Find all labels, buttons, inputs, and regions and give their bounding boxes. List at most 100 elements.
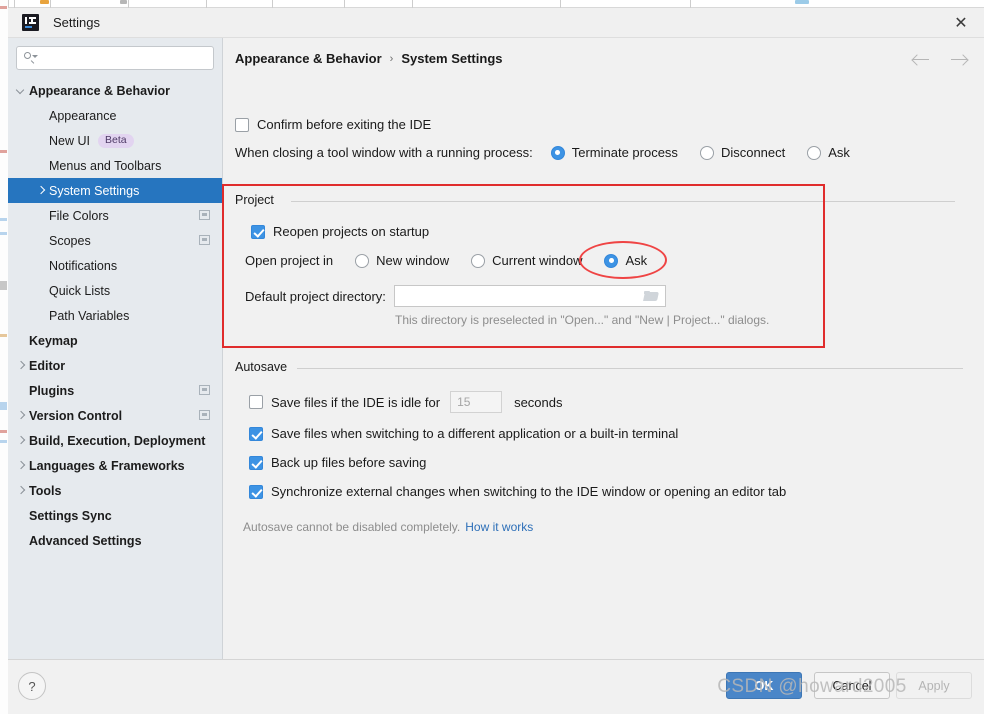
breadcrumb-separator-icon: › xyxy=(389,52,394,65)
sidebar-item-new-ui[interactable]: New UI Beta xyxy=(8,128,222,153)
how-it-works-link[interactable]: How it works xyxy=(465,520,533,534)
sidebar-item-version-control[interactable]: Version Control xyxy=(8,403,222,428)
synchronize-external-checkbox[interactable] xyxy=(249,484,263,499)
sidebar-item-label: Quick Lists xyxy=(49,283,111,298)
autosave-footnote: Autosave cannot be disabled completely. xyxy=(243,520,461,534)
sidebar-item-scopes[interactable]: Scopes xyxy=(8,228,222,253)
arrow-left-icon[interactable] xyxy=(910,48,932,70)
default-project-directory-label: Default project directory: xyxy=(245,288,386,304)
backup-files-checkbox[interactable] xyxy=(249,455,263,470)
confirm-exit-row[interactable]: Confirm before exiting the IDE xyxy=(235,117,431,132)
sidebar-item-languages-frameworks[interactable]: Languages & Frameworks xyxy=(8,453,222,478)
project-level-setting-icon xyxy=(199,410,210,420)
sidebar-item-system-settings[interactable]: System Settings xyxy=(8,178,222,203)
sidebar-item-tools[interactable]: Tools xyxy=(8,478,222,503)
sidebar-item-label: Keymap xyxy=(29,333,78,348)
sidebar-item-label: File Colors xyxy=(49,208,109,223)
radio-button[interactable] xyxy=(550,145,565,160)
search-input[interactable] xyxy=(37,48,213,68)
sidebar-item-plugins[interactable]: Plugins xyxy=(8,378,222,403)
beta-badge: Beta xyxy=(97,133,134,148)
closing-tool-window-option-ask[interactable]: Ask xyxy=(807,145,850,160)
radio-button[interactable] xyxy=(807,145,822,160)
search-box[interactable] xyxy=(16,46,214,70)
dialog-titlebar: Settings ✕ xyxy=(8,8,984,38)
sidebar-item-label: Appearance xyxy=(49,108,117,123)
sidebar-item-advanced-settings[interactable]: Advanced Settings xyxy=(8,528,222,553)
sidebar-item-file-colors[interactable]: File Colors xyxy=(8,203,222,228)
chevron-right-icon[interactable] xyxy=(16,460,27,471)
sidebar-item-keymap[interactable]: Keymap xyxy=(8,328,222,353)
sidebar-item-editor[interactable]: Editor xyxy=(8,353,222,378)
sidebar-item-build-execution-deployment[interactable]: Build, Execution, Deployment xyxy=(8,428,222,453)
cancel-button[interactable]: Cancel xyxy=(814,672,890,699)
autosave-checkbox-row-1[interactable]: Back up files before saving xyxy=(249,455,426,470)
sidebar-item-settings-sync[interactable]: Settings Sync xyxy=(8,503,222,528)
radio-label: Ask xyxy=(828,145,850,160)
chevron-down-icon[interactable] xyxy=(16,85,27,96)
radio-button[interactable] xyxy=(471,253,486,268)
sidebar-item-label: System Settings xyxy=(49,183,140,198)
autosave-checkbox-row-2[interactable]: Synchronize external changes when switch… xyxy=(249,484,786,499)
chevron-right-icon[interactable] xyxy=(16,435,27,446)
reopen-projects-label[interactable]: Reopen projects on startup xyxy=(273,224,429,239)
default-project-directory-field[interactable] xyxy=(393,285,666,307)
project-level-setting-icon xyxy=(199,235,210,245)
open-project-in-option-ask[interactable]: Ask xyxy=(604,253,647,268)
breadcrumb-current: System Settings xyxy=(401,51,503,66)
sidebar-item-appearance-behavior[interactable]: Appearance & Behavior xyxy=(8,78,222,103)
chevron-right-icon[interactable] xyxy=(16,485,27,496)
radio-button[interactable] xyxy=(355,253,370,268)
synchronize-external-label[interactable]: Synchronize external changes when switch… xyxy=(271,484,786,499)
sidebar-item-menus-and-toolbars[interactable]: Menus and Toolbars xyxy=(8,153,222,178)
sidebar-item-notifications[interactable]: Notifications xyxy=(8,253,222,278)
idle-seconds-value: 15 xyxy=(457,395,471,409)
idle-seconds-field[interactable]: 15 xyxy=(450,391,503,413)
reopen-projects-row[interactable]: Reopen projects on startup xyxy=(251,224,429,239)
folder-icon[interactable] xyxy=(643,290,659,302)
autosave-checkbox-row-0[interactable]: Save files when switching to a different… xyxy=(249,426,678,441)
idle-save-label-before[interactable]: Save files if the IDE is idle for xyxy=(271,395,440,410)
help-button[interactable]: ? xyxy=(18,672,46,700)
open-project-in-option-new-window[interactable]: New window xyxy=(355,253,449,268)
chevron-right-icon[interactable] xyxy=(16,360,27,371)
project-group: Project xyxy=(235,193,955,207)
sidebar-item-label: Appearance & Behavior xyxy=(29,83,171,98)
chevron-right-icon[interactable] xyxy=(36,185,47,196)
arrow-right-icon[interactable] xyxy=(948,48,970,70)
breadcrumb-parent[interactable]: Appearance & Behavior xyxy=(235,51,382,66)
closing-tool-window-label: When closing a tool window with a runnin… xyxy=(235,145,533,160)
backup-files-label[interactable]: Back up files before saving xyxy=(271,455,426,470)
sidebar-item-appearance[interactable]: Appearance xyxy=(8,103,222,128)
close-icon[interactable]: ✕ xyxy=(948,10,974,35)
radio-label: Ask xyxy=(625,253,648,268)
closing-tool-window-option-disconnect[interactable]: Disconnect xyxy=(699,145,785,160)
sidebar-item-label: Path Variables xyxy=(49,308,130,323)
autosave-switch-app-checkbox[interactable] xyxy=(249,426,263,441)
closing-tool-window-option-terminate-process[interactable]: Terminate process xyxy=(550,145,678,160)
project-level-setting-icon xyxy=(199,385,210,395)
idle-save-checkbox[interactable] xyxy=(249,395,263,409)
radio-button[interactable] xyxy=(604,253,619,268)
confirm-exit-label[interactable]: Confirm before exiting the IDE xyxy=(257,117,431,132)
confirm-exit-checkbox[interactable] xyxy=(235,117,249,132)
open-project-in-option-current-window[interactable]: Current window xyxy=(471,253,582,268)
sidebar-item-quick-lists[interactable]: Quick Lists xyxy=(8,278,222,303)
radio-button[interactable] xyxy=(699,145,714,160)
chevron-right-icon[interactable] xyxy=(16,410,27,421)
autosave-switch-app-label[interactable]: Save files when switching to a different… xyxy=(271,426,678,441)
settings-dialog-screen: Settings ✕ Appearance & Behavior Appearan… xyxy=(0,0,984,714)
sidebar-item-path-variables[interactable]: Path Variables xyxy=(8,303,222,328)
sidebar-item-label: Settings Sync xyxy=(29,508,112,523)
ok-button[interactable]: OK xyxy=(726,672,802,699)
sidebar-item-label: Plugins xyxy=(29,383,75,398)
settings-content-pane: Appearance & Behavior › System Settings xyxy=(222,38,984,659)
reopen-projects-checkbox[interactable] xyxy=(251,224,265,239)
closing-tool-window-radio-group: Terminate process Disconnect Ask xyxy=(550,145,872,160)
